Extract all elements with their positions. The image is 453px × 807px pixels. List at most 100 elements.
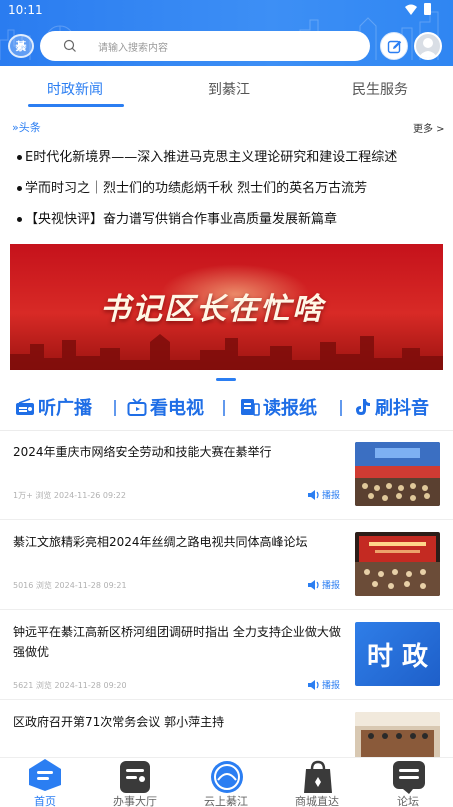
nav-home-label: 首页 bbox=[34, 795, 56, 807]
headlines-label: »头条 bbox=[12, 119, 41, 135]
play-label: 播报 bbox=[322, 581, 341, 591]
app-logo-text: 綦 bbox=[15, 40, 27, 53]
app-header: 10:11 綦 请输入搜索内容 bbox=[0, 0, 453, 66]
news-date: 2024-11-26 09:22 bbox=[53, 491, 126, 500]
service-hall-icon bbox=[120, 761, 150, 793]
avatar[interactable] bbox=[414, 32, 442, 60]
tiktok-icon bbox=[356, 399, 370, 415]
play-label: 播报 bbox=[322, 681, 341, 691]
headline-item[interactable]: 学而时习之｜烈士们的功绩彪炳千秋 烈士们的英名万古流芳 bbox=[17, 177, 447, 196]
headline-text: 【央视快评】奋力谱写供销合作事业高质量发展新篇章 bbox=[25, 212, 338, 227]
news-title: 2024年重庆市网络安全劳动和技能大赛在綦举行 bbox=[13, 445, 272, 459]
status-time: 10:11 bbox=[8, 3, 43, 17]
carousel-indicator bbox=[216, 378, 236, 381]
tab-livelihood[interactable]: 民生服务 bbox=[352, 79, 408, 99]
news-thumbnail bbox=[355, 442, 440, 506]
news-views-label: 浏览 bbox=[35, 491, 52, 500]
nav-service-hall-label: 办事大厅 bbox=[113, 795, 157, 807]
list-item[interactable]: 2024年重庆市网络安全劳动和技能大赛在綦举行 1万+ 浏览 2024-11-2… bbox=[0, 430, 453, 520]
nav-mall[interactable]: 商城直达 bbox=[272, 758, 362, 807]
separator bbox=[223, 400, 225, 416]
newspaper-icon bbox=[241, 399, 260, 416]
tv-icon bbox=[127, 398, 147, 416]
city-silhouette bbox=[10, 334, 443, 370]
banner-title: 书记区长在忙啥 bbox=[100, 292, 324, 327]
news-meta: 1万+ 浏览 2024-11-26 09:22 bbox=[13, 490, 126, 501]
promo-banner[interactable]: 书记区长在忙啥 bbox=[10, 244, 443, 370]
watch-tv-label: 看电视 bbox=[150, 398, 204, 419]
nav-mall-label: 商城直达 bbox=[295, 795, 339, 807]
headlines-label-text: 头条 bbox=[18, 121, 41, 134]
play-broadcast-button[interactable]: 播报 bbox=[308, 488, 340, 501]
news-views: 1万+ bbox=[13, 491, 33, 500]
bullet-icon bbox=[17, 186, 22, 191]
read-newspaper-label: 读报纸 bbox=[263, 398, 317, 419]
separator bbox=[340, 400, 342, 416]
nav-forum-label: 论坛 bbox=[397, 795, 419, 807]
nav-forum[interactable]: 论坛 bbox=[363, 758, 453, 807]
tab-politics[interactable]: 时政新闻 bbox=[47, 79, 103, 99]
news-title: 綦江文旅精彩亮相2024年丝绸之路电视共同体高峰论坛 bbox=[13, 535, 308, 549]
nav-service-hall[interactable]: 办事大厅 bbox=[90, 758, 180, 807]
thumbnail-text: 时 政 bbox=[366, 641, 429, 672]
news-views: 5016 bbox=[13, 581, 34, 590]
headline-item[interactable]: E时代化新境界——深入推进马克思主义理论研究和建设工程综述 bbox=[17, 146, 447, 165]
bullet-icon bbox=[17, 155, 22, 160]
forum-icon bbox=[393, 761, 425, 794]
home-icon bbox=[29, 759, 61, 791]
battery-icon bbox=[424, 3, 431, 15]
edit-icon bbox=[387, 40, 402, 54]
app-logo[interactable]: 綦 bbox=[8, 34, 34, 58]
news-date: 2024-11-28 09:21 bbox=[54, 581, 127, 590]
news-meta: 5621 浏览 2024-11-28 09:20 bbox=[13, 680, 127, 691]
more-link[interactable]: 更多 > bbox=[413, 120, 445, 135]
nav-cloud-qijiang-label: 云上綦江 bbox=[204, 795, 248, 807]
radio-icon bbox=[16, 398, 34, 415]
listen-radio-label: 听广播 bbox=[38, 398, 92, 419]
news-thumbnail: 时 政 bbox=[355, 622, 440, 686]
listen-radio-link[interactable]: 听广播 bbox=[15, 394, 92, 420]
shopping-bag-icon bbox=[304, 760, 332, 793]
active-tab-indicator bbox=[28, 104, 124, 107]
list-item[interactable]: 钟远平在綦江高新区桥河组团调研时指出 全力支持企业做大做强做优 5621 浏览 … bbox=[0, 610, 453, 700]
news-date: 2024-11-28 09:20 bbox=[54, 681, 127, 690]
tab-visit-qijiang[interactable]: 到綦江 bbox=[208, 79, 250, 99]
cloud-qijiang-icon bbox=[211, 761, 243, 793]
search-icon bbox=[63, 39, 76, 52]
tiktok-link[interactable]: 刷抖音 bbox=[354, 394, 429, 420]
bullet-icon bbox=[17, 217, 22, 222]
headline-text: E时代化新境界——深入推进马克思主义理论研究和建设工程综述 bbox=[25, 150, 398, 165]
search-input[interactable]: 请输入搜索内容 bbox=[40, 31, 370, 61]
app-screen: 10:11 綦 请输入搜索内容 时政新闻 到綦江 民生服务 »头条 更多 > E… bbox=[0, 0, 453, 807]
quick-links: 听广播 看电视 读报纸 刷抖音 bbox=[0, 392, 453, 422]
play-broadcast-button[interactable]: 播报 bbox=[308, 578, 340, 591]
tiktok-label: 刷抖音 bbox=[375, 398, 429, 419]
nav-cloud-qijiang[interactable]: 云上綦江 bbox=[181, 758, 271, 807]
list-item[interactable]: 綦江文旅精彩亮相2024年丝绸之路电视共同体高峰论坛 5016 浏览 2024-… bbox=[0, 520, 453, 610]
play-broadcast-button[interactable]: 播报 bbox=[308, 678, 340, 691]
separator bbox=[114, 400, 116, 416]
double-chevron-icon: » bbox=[12, 121, 19, 134]
bottom-navigation: 首页 办事大厅 云上綦江 商城直达 论坛 bbox=[0, 757, 453, 807]
status-bar: 10:11 bbox=[0, 0, 453, 20]
play-label: 播报 bbox=[322, 491, 341, 501]
news-thumbnail bbox=[355, 532, 440, 596]
news-views: 5621 bbox=[13, 681, 34, 690]
headline-item[interactable]: 【央视快评】奋力谱写供销合作事业高质量发展新篇章 bbox=[17, 208, 447, 227]
headline-text: 学而时习之｜烈士们的功绩彪炳千秋 烈士们的英名万古流芳 bbox=[25, 181, 368, 196]
category-tabs: 时政新闻 到綦江 民生服务 bbox=[0, 66, 453, 108]
news-views-label: 浏览 bbox=[35, 681, 52, 690]
news-title: 区政府召开第71次常务会议 郭小萍主持 bbox=[13, 715, 225, 729]
nav-home[interactable]: 首页 bbox=[0, 758, 90, 807]
user-icon bbox=[418, 38, 438, 58]
edit-button[interactable] bbox=[380, 32, 408, 60]
wifi-icon bbox=[405, 4, 417, 15]
news-title: 钟远平在綦江高新区桥河组团调研时指出 全力支持企业做大做强做优 bbox=[13, 625, 341, 659]
read-newspaper-link[interactable]: 读报纸 bbox=[240, 394, 317, 420]
news-meta: 5016 浏览 2024-11-28 09:21 bbox=[13, 580, 127, 591]
watch-tv-link[interactable]: 看电视 bbox=[127, 394, 204, 420]
search-placeholder: 请输入搜索内容 bbox=[98, 43, 168, 54]
speaker-icon bbox=[308, 679, 319, 690]
speaker-icon bbox=[308, 579, 319, 590]
news-views-label: 浏览 bbox=[35, 581, 52, 590]
